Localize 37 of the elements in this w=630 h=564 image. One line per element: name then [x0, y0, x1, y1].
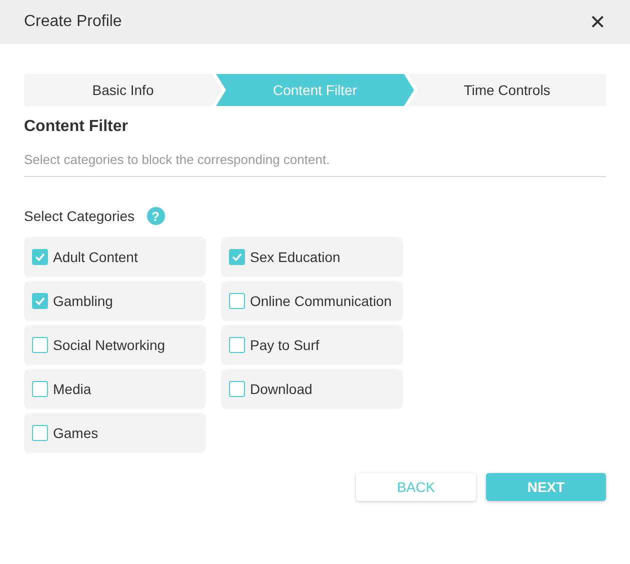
category-option[interactable]: Games: [24, 413, 206, 453]
category-option[interactable]: Social Networking: [24, 325, 206, 365]
category-option[interactable]: Adult Content: [24, 237, 206, 277]
category-label: Games: [53, 425, 98, 441]
checkbox[interactable]: [32, 425, 48, 441]
check-icon: [35, 297, 45, 305]
category-option[interactable]: Gambling: [24, 281, 206, 321]
check-icon: [232, 253, 242, 261]
checkbox[interactable]: [32, 249, 48, 265]
category-label: Download: [250, 381, 312, 397]
category-label: Adult Content: [53, 249, 138, 265]
category-option[interactable]: Sex Education: [221, 237, 403, 277]
category-option[interactable]: Download: [221, 369, 403, 409]
category-label: Gambling: [53, 293, 113, 309]
category-label: Social Networking: [53, 337, 166, 353]
checkbox[interactable]: [32, 337, 48, 353]
category-label: Online Communication: [250, 293, 392, 309]
checkbox[interactable]: [229, 293, 245, 309]
window-title: Create Profile: [24, 13, 122, 31]
step-tab[interactable]: Time Controls: [408, 74, 606, 106]
category-label: Sex Education: [250, 249, 340, 265]
check-icon: [35, 253, 45, 261]
category-option[interactable]: Online Communication: [221, 281, 403, 321]
close-button[interactable]: ✕: [589, 10, 606, 34]
checkbox[interactable]: [32, 381, 48, 397]
section-title: Content Filter: [24, 118, 129, 136]
step-tab[interactable]: Basic Info: [24, 74, 222, 106]
checkbox[interactable]: [229, 337, 245, 353]
category-label: Pay to Surf: [250, 337, 320, 353]
checkbox[interactable]: [229, 249, 245, 265]
checkbox[interactable]: [32, 293, 48, 309]
categories-label: Select Categories: [24, 208, 135, 224]
category-option[interactable]: Pay to Surf: [221, 325, 403, 365]
category-label: Media: [53, 381, 92, 397]
section-description: Select categories to block the corresponding content.: [24, 152, 606, 177]
category-option[interactable]: Media: [24, 369, 206, 409]
checkbox[interactable]: [229, 381, 245, 397]
